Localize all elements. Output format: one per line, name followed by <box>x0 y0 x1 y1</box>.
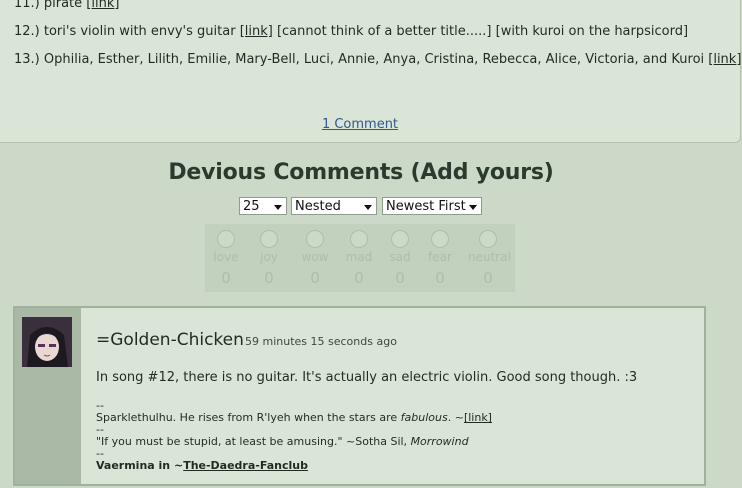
mood-neutral[interactable]: neutral 0 <box>468 224 511 287</box>
sad-icon <box>391 230 409 248</box>
per-page-value: 25 <box>243 199 260 214</box>
mood-love[interactable]: love 0 <box>206 224 246 287</box>
deviation-description-panel: 11.) pirate [link] 12.) tori's violin wi… <box>0 0 741 143</box>
signature-text: "If you must be stupid, at least be amus… <box>96 435 411 448</box>
mood-name: neutral <box>468 250 511 264</box>
group-link[interactable]: The-Daedra-Fanclub <box>183 459 308 472</box>
list-item-text: 13.) Ophilia, Esther, Lilith, Emilie, Ma… <box>14 52 709 67</box>
item-11-link[interactable]: [link] <box>86 0 119 11</box>
list-item-tail: [cannot think of a better title.....] [w… <box>272 24 689 39</box>
chevron-down-icon <box>274 205 282 210</box>
wow-icon <box>306 230 324 248</box>
list-item-11: 11.) pirate [link] <box>14 0 119 11</box>
mood-count: 0 <box>310 269 320 287</box>
mad-icon <box>350 230 368 248</box>
mood-name: love <box>213 250 239 264</box>
mood-joy[interactable]: joy 0 <box>249 224 289 287</box>
mood-name: mad <box>345 250 373 264</box>
joy-icon <box>260 230 278 248</box>
mood-count: 0 <box>483 269 493 287</box>
signature-text: Vaermina in ~ <box>96 459 184 472</box>
signature-emphasis: Morrowind <box>410 435 469 448</box>
mood-count: 0 <box>264 269 274 287</box>
item-12-link[interactable]: [link] <box>240 24 273 39</box>
comment-timestamp[interactable]: 59 minutes 15 seconds ago <box>245 335 397 348</box>
comment-body: In song #12, there is no guitar. It's ac… <box>96 370 638 385</box>
list-item-12: 12.) tori's violin with envy's guitar [l… <box>14 24 688 39</box>
sort-order-select[interactable]: Newest First <box>382 197 482 215</box>
mood-panel: love 0 joy 0 wow 0 mad 0 sad 0 fear 0 ne… <box>205 224 515 292</box>
list-item-text: 11.) pirate <box>14 0 87 11</box>
mood-sad[interactable]: sad 0 <box>380 224 420 287</box>
signature-text: Sparklethulhu. He rises from R'lyeh when… <box>96 411 401 424</box>
comment-author[interactable]: =Golden-Chicken <box>96 330 244 350</box>
mood-count: 0 <box>221 269 231 287</box>
signature-line-2: "If you must be stupid, at least be amus… <box>96 435 469 448</box>
mood-count: 0 <box>435 269 445 287</box>
comments-heading[interactable]: Devious Comments (Add yours) <box>0 160 722 185</box>
mood-mad[interactable]: mad 0 <box>339 224 379 287</box>
signature-emphasis: fabulous <box>400 411 448 424</box>
neutral-icon <box>479 230 497 248</box>
chevron-down-icon <box>364 205 372 210</box>
mood-name: joy <box>260 250 278 264</box>
list-item-text: 12.) tori's violin with envy's guitar <box>14 24 240 39</box>
list-item-13: 13.) Ophilia, Esther, Lilith, Emilie, Ma… <box>14 52 741 67</box>
avatar[interactable] <box>22 317 72 367</box>
item-13-link[interactable]: [link] <box>708 52 741 67</box>
view-mode-value: Nested <box>295 199 341 214</box>
mood-name: wow <box>301 250 329 264</box>
sort-order-value: Newest First <box>386 199 466 214</box>
mood-fear[interactable]: fear 0 <box>420 224 460 287</box>
mood-count: 0 <box>395 269 405 287</box>
mood-name: fear <box>428 250 452 264</box>
love-icon <box>217 230 235 248</box>
signature-link[interactable]: [link] <box>464 411 492 424</box>
mood-wow[interactable]: wow 0 <box>295 224 335 287</box>
mood-name: sad <box>389 250 411 264</box>
signature-text: . ~ <box>447 411 464 424</box>
view-mode-select[interactable]: Nested <box>291 197 377 215</box>
signature-line-3: Vaermina in ~The-Daedra-Fanclub <box>96 459 308 472</box>
comment-count-link[interactable]: 1 Comment <box>0 117 720 132</box>
comment-card: =Golden-Chicken 59 minutes 15 seconds ag… <box>13 306 706 486</box>
fear-icon <box>431 230 449 248</box>
chevron-down-icon <box>469 205 477 210</box>
per-page-select[interactable]: 25 <box>239 197 287 215</box>
mood-count: 0 <box>354 269 364 287</box>
signature-line-1: Sparklethulhu. He rises from R'lyeh when… <box>96 411 492 424</box>
